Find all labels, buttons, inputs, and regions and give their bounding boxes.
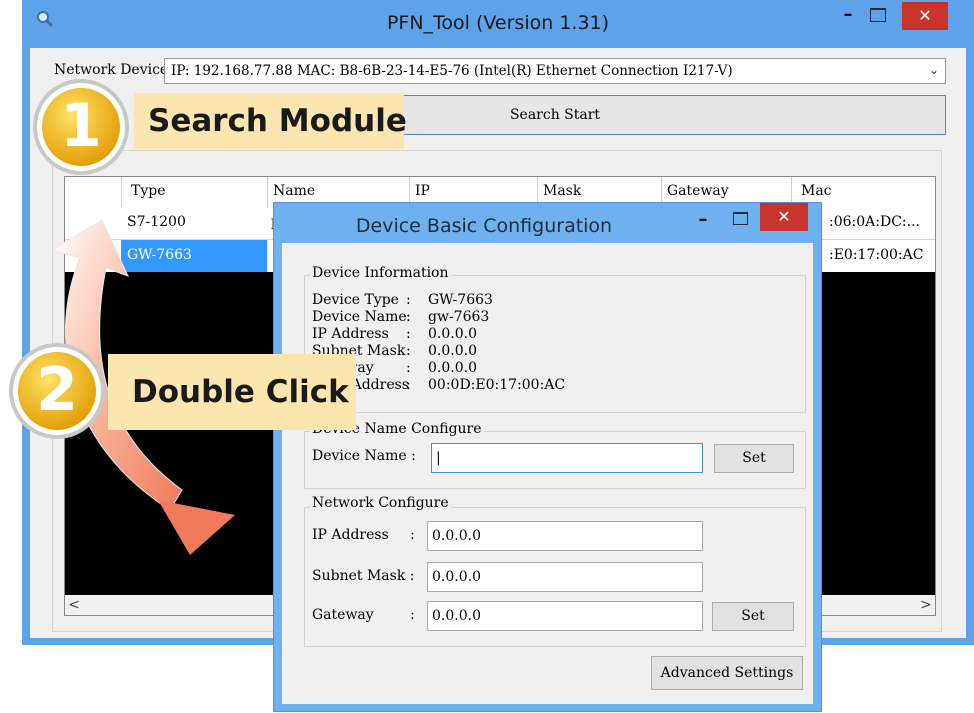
column-divider[interactable] bbox=[121, 177, 122, 207]
network-devices-dropdown[interactable]: IP: 192.168.77.88 MAC: B8-6B-23-14-E5-76… bbox=[164, 58, 946, 84]
info-value: 0.0.0.0 bbox=[428, 343, 477, 359]
info-value: gw-7663 bbox=[428, 309, 490, 325]
device-name-label: Device Name : bbox=[312, 448, 416, 464]
info-sep: : bbox=[406, 343, 411, 359]
info-sep: : bbox=[406, 377, 411, 393]
column-header-mask[interactable]: Mask bbox=[543, 183, 581, 199]
info-value: GW-7663 bbox=[428, 292, 493, 308]
gateway-label: Gateway bbox=[312, 607, 374, 623]
dialog-minimize-button[interactable]: – bbox=[691, 209, 715, 230]
advanced-settings-button[interactable]: Advanced Settings bbox=[651, 656, 803, 690]
device-config-dialog: Device Basic Configuration – ✕ Device In… bbox=[273, 202, 822, 712]
info-sep: : bbox=[406, 292, 411, 308]
maximize-button[interactable] bbox=[870, 8, 886, 22]
chevron-down-icon[interactable]: ⌄ bbox=[929, 63, 939, 77]
subnet-mask-input[interactable]: 0.0.0.0 bbox=[427, 562, 703, 592]
window-title: PFN_Tool (Version 1.31) bbox=[386, 12, 610, 34]
column-header-mac[interactable]: Mac bbox=[801, 183, 832, 199]
dialog-maximize-button[interactable] bbox=[733, 212, 748, 225]
scroll-left-arrow[interactable]: < bbox=[65, 595, 83, 615]
info-sep: : bbox=[406, 309, 411, 325]
info-value: 00:0D:E0:17:00:AC bbox=[428, 377, 566, 393]
gateway-input[interactable]: 0.0.0.0 bbox=[427, 601, 703, 631]
close-button[interactable]: ✕ bbox=[902, 2, 948, 30]
cell-mac: :06:0A:DC:... bbox=[829, 214, 920, 230]
gateway-colon: : bbox=[410, 607, 415, 623]
minimize-button[interactable]: – bbox=[835, 4, 861, 28]
step1-number: 1 bbox=[60, 91, 102, 161]
info-value: 0.0.0.0 bbox=[428, 360, 477, 376]
ip-address-label: IP Address bbox=[312, 527, 389, 543]
info-sep: : bbox=[406, 326, 411, 342]
device-name-set-button[interactable]: Set bbox=[714, 444, 794, 473]
dialog-client-area: Device Information Device Type : GW-7663… bbox=[282, 243, 813, 704]
info-value: 0.0.0.0 bbox=[428, 326, 477, 342]
network-set-button[interactable]: Set bbox=[712, 602, 794, 631]
device-name-input[interactable]: | bbox=[431, 443, 703, 473]
info-label: Device Type bbox=[312, 292, 399, 308]
subnet-mask-label: Subnet Mask : bbox=[312, 568, 415, 584]
network-configure-title: Network Configure bbox=[310, 495, 451, 511]
info-sep: : bbox=[406, 360, 411, 376]
column-header-ip[interactable]: IP bbox=[415, 183, 430, 199]
title-bar[interactable]: PFN_Tool (Version 1.31) – ✕ bbox=[22, 0, 974, 48]
info-label: IP Address bbox=[312, 326, 389, 342]
device-information-title: Device Information bbox=[310, 265, 451, 281]
dialog-close-button[interactable]: ✕ bbox=[760, 203, 808, 231]
column-header-name[interactable]: Name bbox=[273, 183, 315, 199]
column-header-type[interactable]: Type bbox=[131, 183, 166, 199]
ip-address-input[interactable]: 0.0.0.0 bbox=[427, 521, 703, 551]
step1-callout-label: Search Module bbox=[134, 93, 407, 149]
info-label: Device Name bbox=[312, 309, 407, 325]
step2-callout-label: Double Click bbox=[108, 354, 356, 430]
ip-colon: : bbox=[410, 527, 415, 543]
dialog-title: Device Basic Configuration bbox=[355, 215, 613, 237]
step2-number: 2 bbox=[36, 355, 78, 425]
column-header-gateway[interactable]: Gateway bbox=[667, 183, 729, 199]
cell-mac: :E0:17:00:AC bbox=[829, 247, 924, 263]
scroll-right-arrow[interactable]: > bbox=[917, 595, 935, 615]
network-device-value: IP: 192.168.77.88 MAC: B8-6B-23-14-E5-76… bbox=[171, 63, 733, 79]
column-divider[interactable] bbox=[267, 177, 268, 207]
